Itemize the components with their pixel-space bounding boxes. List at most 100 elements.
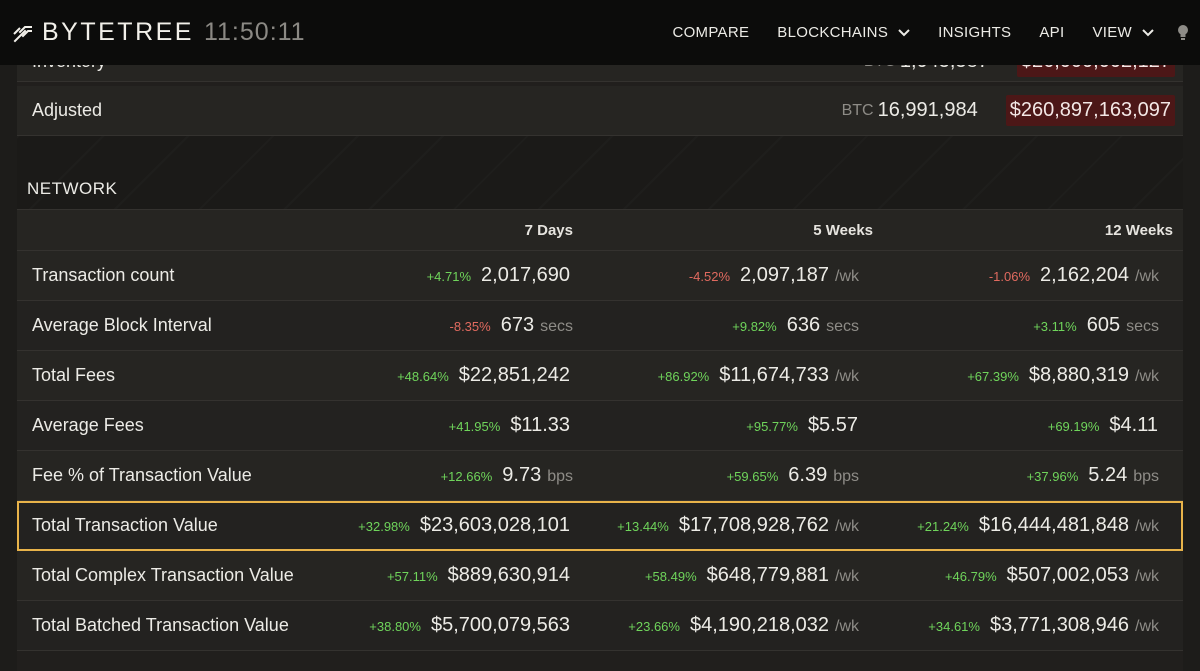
metric-value: $16,444,481,848 <box>978 514 1129 536</box>
change-percent: +57.11% <box>386 569 438 584</box>
metric-unit: /wk <box>1135 368 1159 385</box>
change-percent: -4.52% <box>688 269 731 284</box>
btc-value: 16,991,984 <box>877 99 978 121</box>
change-percent: +9.82% <box>732 319 777 334</box>
table-row[interactable]: Average Block Interval -8.35% 673 secs +9.82… <box>17 301 1183 351</box>
metric-value: $4,190,218,032 <box>689 614 829 636</box>
table-row[interactable]: Total Fees +48.64% $22,851,242 +86.92% $11,6… <box>17 351 1183 401</box>
nav-compare[interactable]: COMPARE <box>672 24 749 41</box>
metric-value: $507,002,053 <box>1006 564 1129 586</box>
cell-5-weeks: -4.52% 2,097,187/wk <box>573 264 873 287</box>
column-header-7-days[interactable]: 7 Days <box>302 222 573 239</box>
cell-content: +12.66% 9.73 bps <box>302 464 573 487</box>
section-band <box>17 136 1183 210</box>
cell-5-weeks: +23.66% $4,190,218,032/wk <box>573 614 873 637</box>
section-title-network: NETWORK <box>27 179 118 198</box>
change-percent: +58.49% <box>644 569 697 584</box>
metric-unit: secs <box>540 318 573 335</box>
change-percent: +86.92% <box>657 369 710 384</box>
metric-value: 9.73 <box>502 464 542 486</box>
column-header-12-weeks[interactable]: 12 Weeks <box>873 222 1173 239</box>
change-percent: +46.79% <box>944 569 997 584</box>
cell-content: +32.98% $23,603,028,101 <box>302 514 573 537</box>
change-percent: +34.61% <box>928 619 980 634</box>
usd-value-badge: $260,897,163,097 <box>1005 95 1175 126</box>
cell-content: +38.80% $5,700,079,563 <box>302 614 573 637</box>
change-percent: +95.77% <box>746 419 798 434</box>
cell-content: -8.35% 673 secs <box>302 314 573 337</box>
table-body: Transaction count +4.71% 2,017,690 -4.52% 2,… <box>17 251 1183 651</box>
nav-api[interactable]: API <box>1039 24 1064 41</box>
table-row[interactable]: Fee % of Transaction Value +12.66% 9.73 bps… <box>17 451 1183 501</box>
metric-value: 5.24 <box>1088 464 1128 486</box>
metric-value: $5,700,079,563 <box>430 614 570 636</box>
table-row[interactable]: Total Complex Transaction Value +57.11% $8… <box>17 551 1183 601</box>
cell-content: +59.65% 6.39 bps <box>573 464 873 487</box>
row-label: Total Fees <box>32 365 116 385</box>
change-percent: +48.64% <box>397 369 449 384</box>
metric-value: 2,017,690 <box>481 264 570 286</box>
row-label: Total Complex Transaction Value <box>32 565 294 585</box>
nav-label: INSIGHTS <box>938 24 1012 41</box>
cell-content: +46.79% $507,002,053/wk <box>873 564 1173 587</box>
cell-content: +13.44% $17,708,928,762/wk <box>573 514 873 537</box>
metric-unit: secs <box>826 318 859 335</box>
column-header-5-weeks[interactable]: 5 Weeks <box>573 222 873 239</box>
change-percent: +12.66% <box>440 469 493 484</box>
cell-12-weeks: +46.79% $507,002,053/wk <box>873 564 1173 587</box>
row-label: Total Transaction Value <box>32 515 218 535</box>
metric-value: $648,779,881 <box>706 564 829 586</box>
cell-5-weeks: +95.77% $5.57 <box>573 414 873 437</box>
cell-content: -1.06% 2,162,204/wk <box>873 264 1173 287</box>
nav-blockchains[interactable]: BLOCKCHAINS <box>777 24 910 41</box>
metric-unit: /wk <box>1135 568 1159 585</box>
change-percent: -8.35% <box>449 319 491 334</box>
nav-insights[interactable]: INSIGHTS <box>938 24 1011 41</box>
nav-label: BLOCKCHAINS <box>777 24 889 41</box>
cell-7-days: +41.95% $11.33 <box>302 414 573 437</box>
table-header: 7 Days 5 Weeks 12 Weeks <box>17 209 1183 251</box>
lightbulb-icon[interactable] <box>1176 24 1190 42</box>
cell-12-weeks: +67.39% $8,880,319/wk <box>873 364 1173 387</box>
cell-5-weeks: +86.92% $11,674,733/wk <box>573 364 873 387</box>
metric-unit: /wk <box>1135 618 1159 635</box>
cell-content: +34.61% $3,771,308,946/wk <box>873 614 1173 637</box>
cell-content: +86.92% $11,674,733/wk <box>573 364 873 387</box>
metric-unit: bps <box>547 468 573 485</box>
metric-value: $889,630,914 <box>447 564 570 586</box>
change-percent: +37.96% <box>1026 469 1079 484</box>
metric-value: $4.11 <box>1109 414 1158 436</box>
cell-12-weeks: +34.61% $3,771,308,946/wk <box>873 614 1173 637</box>
cell-5-weeks: +9.82% 636 secs <box>573 314 873 337</box>
cell-content: +58.49% $648,779,881/wk <box>573 564 873 587</box>
content-panel: Inventory BTC 1,045,587 $26,000,002,127 … <box>17 0 1183 671</box>
table-row[interactable]: Total Transaction Value +32.98% $23,603,02… <box>17 501 1183 551</box>
metric-unit: /wk <box>835 518 859 535</box>
summary-label: Adjusted <box>32 100 103 120</box>
change-percent: -1.06% <box>988 269 1031 284</box>
change-percent: +41.95% <box>448 419 501 434</box>
nav-view[interactable]: VIEW <box>1092 24 1154 41</box>
table-row[interactable]: Average Fees +41.95% $11.33 +95.77% $5.57 +69… <box>17 401 1183 451</box>
cell-content: +57.11% $889,630,914 <box>302 564 573 587</box>
cell-content: +9.82% 636 secs <box>573 314 873 337</box>
change-percent: +21.24% <box>917 519 969 534</box>
network-table: 7 Days 5 Weeks 12 Weeks Transaction coun… <box>17 209 1183 651</box>
clock-time: 11:50:11 <box>203 18 306 46</box>
btc-unit: BTC <box>841 101 874 119</box>
table-row[interactable]: Total Batched Transaction Value +38.80% $5… <box>17 601 1183 651</box>
brand-name: BYTETREE <box>42 18 194 46</box>
cell-content: +95.77% $5.57 <box>573 414 873 437</box>
chevron-down-icon <box>1142 28 1154 36</box>
bytetree-logo-icon <box>13 25 32 42</box>
row-label: Total Batched Transaction Value <box>32 615 289 635</box>
brand[interactable]: BYTETREE 11:50:11 <box>12 18 306 47</box>
cell-12-weeks: +3.11% 605 secs <box>873 314 1173 337</box>
metric-unit: /wk <box>1135 518 1159 535</box>
table-row[interactable]: Transaction count +4.71% 2,017,690 -4.52% 2,… <box>17 251 1183 301</box>
row-label: Average Fees <box>32 415 144 435</box>
cell-7-days: +32.98% $23,603,028,101 <box>302 514 573 537</box>
metric-value: $8,880,319 <box>1028 364 1129 386</box>
metric-value: 2,097,187 <box>740 264 829 286</box>
cell-7-days: +38.80% $5,700,079,563 <box>302 614 573 637</box>
